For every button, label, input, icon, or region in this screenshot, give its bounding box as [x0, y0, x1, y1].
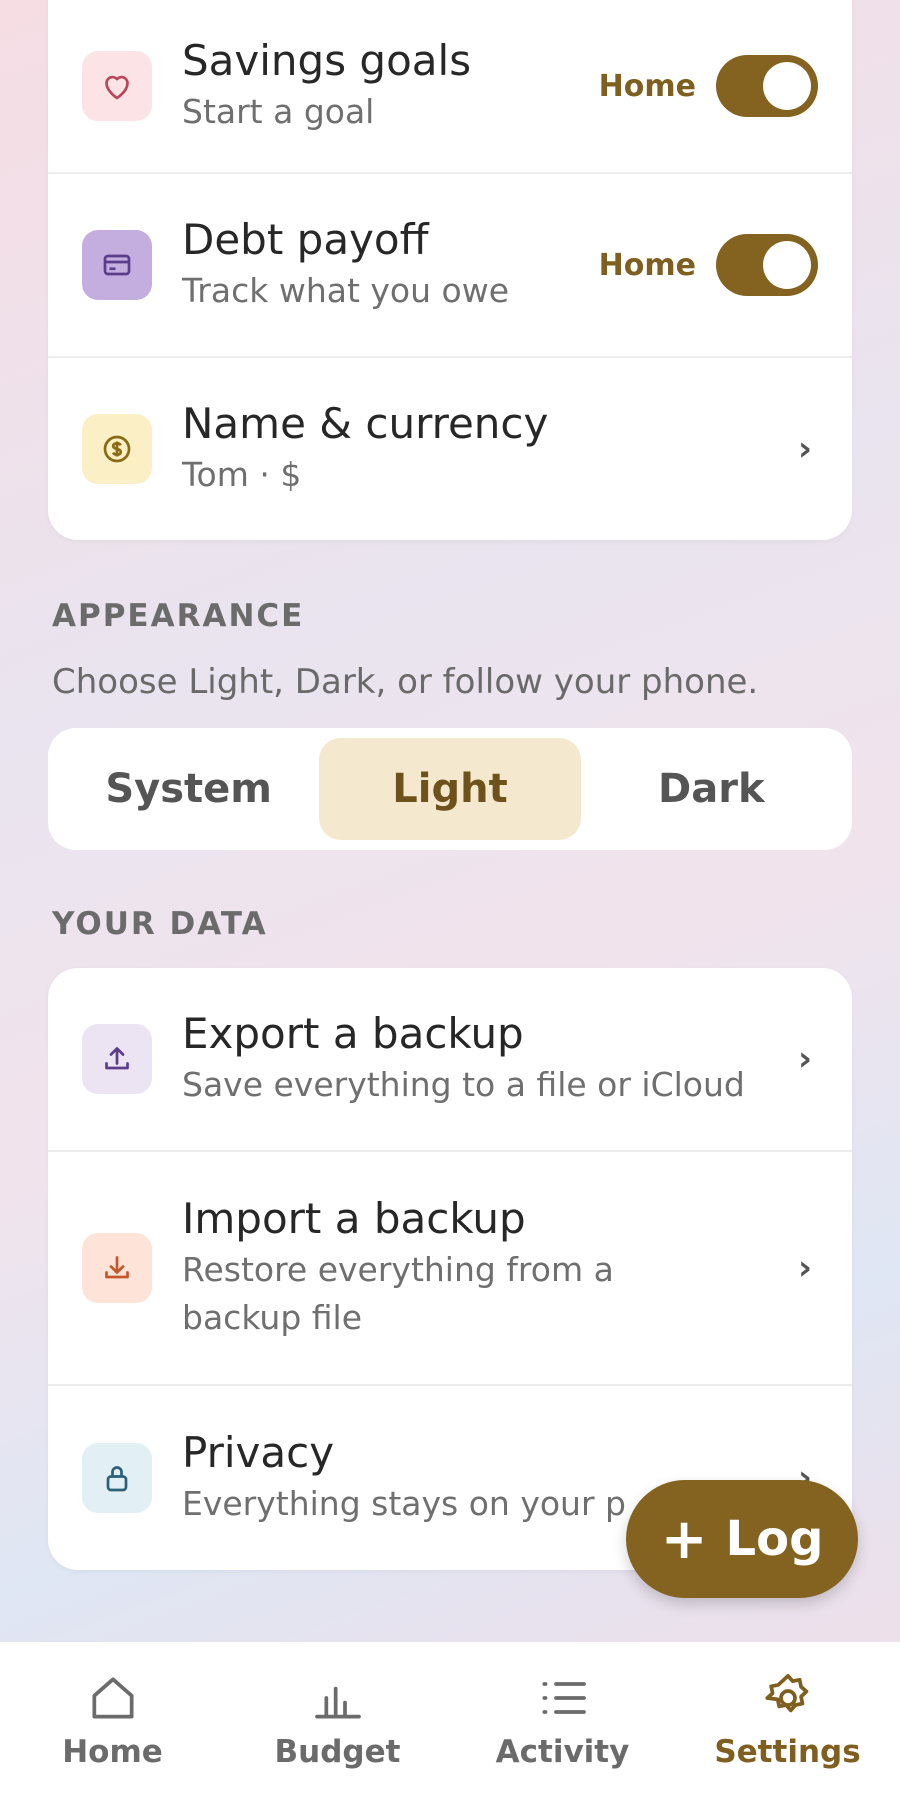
your-data-heading: YOUR DATA: [52, 906, 268, 942]
export-backup-title: Export a backup: [182, 1008, 524, 1058]
appearance-option-system[interactable]: System: [58, 738, 319, 840]
debt-payoff-icon-tile: [82, 230, 152, 300]
features-card: Savings goals Start a goal Home Debt pay…: [48, 0, 852, 540]
toggle-knob: [763, 241, 811, 289]
name-currency-icon-tile: [82, 414, 152, 484]
savings-goals-title: Savings goals: [182, 35, 472, 85]
chevron-right-icon: ›: [797, 1039, 812, 1079]
appearance-option-light[interactable]: Light: [319, 738, 581, 840]
tab-budget[interactable]: Budget: [238, 1670, 438, 1770]
debt-payoff-toggle[interactable]: [716, 234, 818, 296]
log-fab-label: Log: [725, 1511, 824, 1567]
privacy-icon-tile: [82, 1443, 152, 1513]
tab-activity[interactable]: Activity: [463, 1670, 663, 1770]
tab-budget-label: Budget: [274, 1734, 401, 1770]
debt-payoff-toggle-label: Home: [598, 247, 696, 283]
lock-icon: [106, 1466, 128, 1492]
debt-payoff-row[interactable]: Debt payoff Track what you owe Home: [48, 174, 852, 358]
heart-icon: [105, 75, 129, 100]
debt-payoff-subtitle: Track what you owe: [182, 271, 510, 311]
name-currency-subtitle: Tom · $: [182, 455, 302, 495]
plus-icon: +: [660, 1506, 708, 1572]
appearance-option-dark[interactable]: Dark: [581, 738, 842, 840]
bar-chart-icon: [314, 1686, 361, 1719]
chevron-right-icon: ›: [797, 1248, 812, 1288]
savings-goals-icon-tile: [82, 51, 152, 121]
debt-payoff-title: Debt payoff: [182, 214, 429, 264]
export-icon-tile: [82, 1024, 152, 1094]
tab-settings-label: Settings: [714, 1734, 861, 1770]
gear-icon: [764, 1673, 808, 1713]
appearance-segmented-control: System Light Dark: [48, 728, 852, 850]
savings-goals-toggle-label: Home: [598, 68, 696, 104]
download-icon: [105, 1256, 129, 1279]
list-icon: [541, 1682, 586, 1714]
import-backup-row[interactable]: Import a backup Restore everything from …: [48, 1152, 852, 1386]
log-fab-button[interactable]: + Log: [626, 1480, 858, 1598]
savings-goals-subtitle: Start a goal: [182, 92, 375, 132]
privacy-title: Privacy: [182, 1427, 335, 1477]
name-currency-title: Name & currency: [182, 398, 549, 448]
import-backup-title: Import a backup: [182, 1193, 526, 1243]
import-icon-tile: [82, 1233, 152, 1303]
tab-home[interactable]: Home: [13, 1670, 213, 1770]
import-backup-subtitle: Restore everything from a backup file: [182, 1250, 614, 1338]
upload-icon: [105, 1047, 129, 1070]
export-backup-subtitle: Save everything to a file or iCloud: [182, 1065, 745, 1105]
chevron-right-icon: ›: [797, 429, 812, 469]
name-currency-row[interactable]: Name & currency Tom · $ ›: [48, 358, 852, 540]
export-backup-row[interactable]: Export a backup Save everything to a fil…: [48, 968, 852, 1152]
credit-card-icon: [103, 254, 131, 276]
appearance-heading: APPEARANCE: [52, 598, 305, 634]
tab-activity-label: Activity: [495, 1734, 630, 1770]
home-icon: [91, 1677, 134, 1719]
bottom-tab-bar: Home Budget Activity Settings: [0, 1642, 900, 1798]
savings-goals-toggle[interactable]: [716, 55, 818, 117]
tab-home-label: Home: [62, 1734, 163, 1770]
savings-goals-row[interactable]: Savings goals Start a goal Home: [48, 0, 852, 174]
dollar-coin-icon: [103, 435, 131, 463]
tab-settings[interactable]: Settings: [688, 1670, 888, 1770]
toggle-knob: [763, 62, 811, 110]
appearance-description: Choose Light, Dark, or follow your phone…: [52, 662, 759, 702]
